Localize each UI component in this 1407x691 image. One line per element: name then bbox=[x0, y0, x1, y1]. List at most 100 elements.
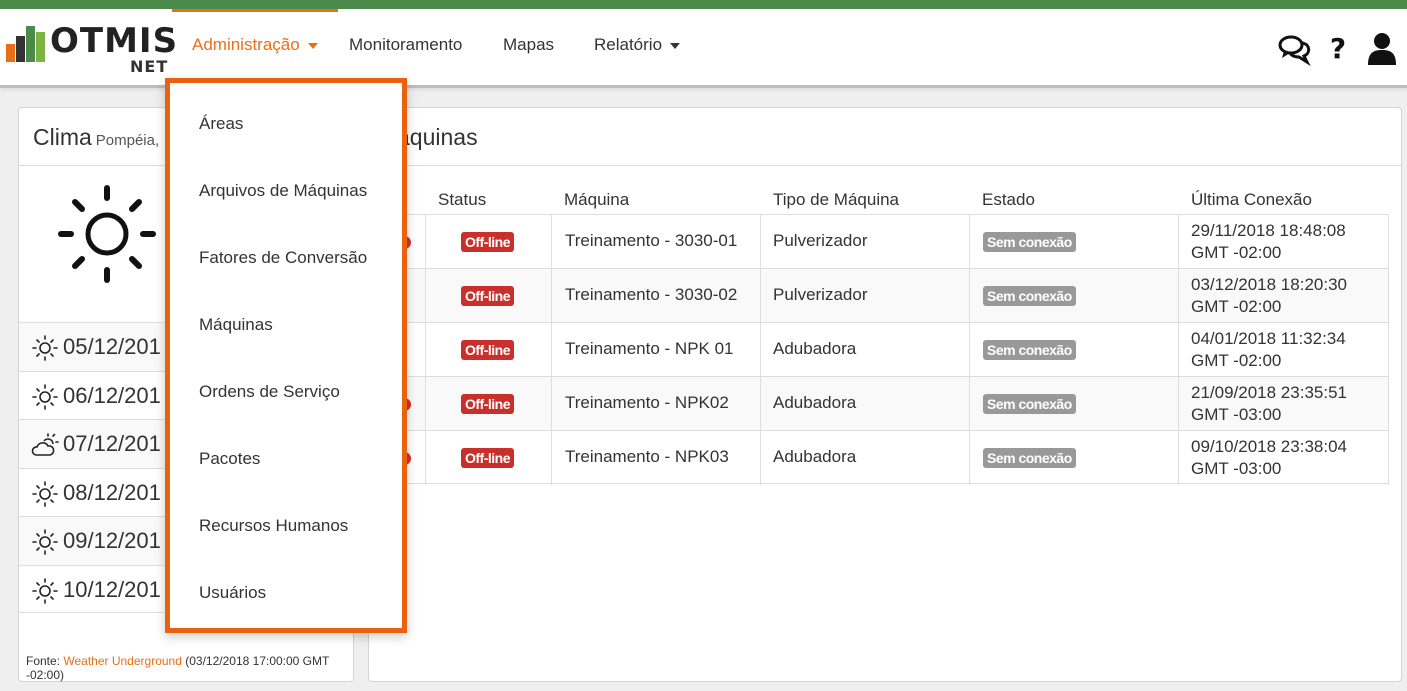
cell-machine: Treinamento - 3030-02 bbox=[551, 269, 760, 323]
table-row[interactable]: Off-line Treinamento - 3030-01 Pulveriza… bbox=[368, 214, 1389, 269]
cell-state: Sem conexão bbox=[969, 323, 1178, 377]
sem-conexao-badge: Sem conexão bbox=[983, 340, 1076, 360]
machine-name: Treinamento - NPK03 bbox=[565, 447, 729, 466]
offline-badge: Off-line bbox=[461, 232, 514, 252]
last-connection-tz: GMT -03:00 bbox=[1191, 405, 1282, 424]
sun-icon bbox=[32, 383, 58, 410]
sun-icon bbox=[32, 577, 58, 604]
cell-state: Sem conexão bbox=[969, 215, 1178, 269]
cell-machine: Treinamento - NPK02 bbox=[551, 377, 760, 431]
sem-conexao-badge: Sem conexão bbox=[983, 232, 1076, 252]
menu-item-areas[interactable]: Áreas bbox=[199, 114, 243, 134]
cell-type: Adubadora bbox=[760, 431, 969, 485]
chat-bubbles-icon[interactable] bbox=[1278, 31, 1312, 67]
machine-type: Adubadora bbox=[773, 447, 857, 466]
brand-logo[interactable]: OTMIS NET bbox=[6, 20, 177, 80]
logo-bars-icon bbox=[6, 26, 46, 62]
menu-item-usuarios[interactable]: Usuários bbox=[199, 583, 266, 603]
weather-source: Fonte: Weather Underground (03/12/2018 1… bbox=[26, 654, 346, 682]
last-connection-date: 29/11/2018 18:48:08 bbox=[1191, 221, 1346, 240]
machine-type: Adubadora bbox=[773, 393, 857, 412]
menu-item-fatores-de-conversao[interactable]: Fatores de Conversão bbox=[199, 248, 367, 268]
cell-state: Sem conexão bbox=[969, 377, 1178, 431]
header-status[interactable]: Status bbox=[438, 190, 486, 210]
nav-administracao[interactable]: Administração bbox=[172, 9, 338, 85]
cloud-sun-icon bbox=[31, 433, 59, 456]
sem-conexao-badge: Sem conexão bbox=[983, 448, 1076, 468]
nav-administracao-label: Administração bbox=[192, 35, 300, 54]
header-estado[interactable]: Estado bbox=[982, 190, 1035, 210]
nav-mapas[interactable]: Mapas bbox=[483, 9, 574, 85]
last-connection-date: 21/09/2018 23:35:51 bbox=[1191, 383, 1347, 402]
machine-name: Treinamento - 3030-02 bbox=[565, 285, 738, 304]
machines-panel-header: áquinas bbox=[369, 108, 1401, 166]
header-tipo[interactable]: Tipo de Máquina bbox=[773, 190, 899, 210]
forecast-date: 09/12/201 bbox=[63, 528, 161, 553]
weather-source-link[interactable]: Weather Underground bbox=[63, 654, 182, 668]
forecast-date: 08/12/201 bbox=[63, 479, 161, 505]
sun-icon bbox=[58, 185, 156, 283]
weather-title-label: Clima bbox=[33, 124, 92, 150]
caret-down-icon bbox=[670, 42, 681, 49]
last-connection: 29/11/2018 18:48:08 GMT -02:00 bbox=[1191, 220, 1346, 264]
machine-name: Treinamento - NPK02 bbox=[565, 393, 729, 412]
cell-type: Pulverizador bbox=[760, 269, 969, 323]
cell-last-connection: 09/10/2018 23:38:04 GMT -03:00 bbox=[1178, 431, 1389, 485]
forecast-date: 07/12/201 bbox=[63, 431, 161, 456]
weather-city: Pompéia, bbox=[95, 132, 160, 149]
navbar: OTMIS NET Administração Monitoramento Ma… bbox=[0, 9, 1407, 88]
last-connection: 03/12/2018 18:20:30 GMT -02:00 bbox=[1191, 274, 1347, 318]
cell-state: Sem conexão bbox=[969, 269, 1178, 323]
last-connection-tz: GMT -02:00 bbox=[1191, 351, 1282, 370]
sun-icon bbox=[32, 335, 58, 361]
menu-item-ordens-de-servico[interactable]: Ordens de Serviço bbox=[199, 382, 340, 402]
table-header: Status Máquina Tipo de Máquina Estado Úl… bbox=[368, 180, 1389, 214]
menu-item-arquivos-de-maquinas[interactable]: Arquivos de Máquinas bbox=[199, 181, 367, 201]
last-connection: 04/01/2018 11:32:34 GMT -02:00 bbox=[1191, 328, 1346, 372]
cell-status: Off-line bbox=[425, 323, 551, 377]
caret-down-icon bbox=[307, 42, 318, 49]
table-row[interactable]: Off-line Treinamento - 3030-02 Pulveriza… bbox=[368, 268, 1389, 323]
cell-last-connection: 03/12/2018 18:20:30 GMT -02:00 bbox=[1178, 269, 1389, 323]
cell-machine: Treinamento - NPK03 bbox=[551, 431, 760, 485]
cell-status: Off-line bbox=[425, 431, 551, 485]
menu-item-maquinas[interactable]: Máquinas bbox=[199, 315, 273, 335]
user-icon[interactable] bbox=[1367, 31, 1397, 67]
nav-relatorio[interactable]: Relatório bbox=[574, 9, 700, 85]
offline-badge: Off-line bbox=[461, 394, 514, 414]
offline-badge: Off-line bbox=[461, 448, 514, 468]
cell-last-connection: 04/01/2018 11:32:34 GMT -02:00 bbox=[1178, 323, 1389, 377]
brand-sub: NET bbox=[130, 57, 169, 76]
menu-item-recursos-humanos[interactable]: Recursos Humanos bbox=[199, 516, 348, 536]
nav-monitoramento[interactable]: Monitoramento bbox=[329, 9, 482, 85]
table-row[interactable]: Off-line Treinamento - NPK03 Adubadora S… bbox=[368, 430, 1389, 485]
last-connection-tz: GMT -03:00 bbox=[1191, 459, 1282, 478]
cell-last-connection: 21/09/2018 23:35:51 GMT -03:00 bbox=[1178, 377, 1389, 431]
top-accent-stripe bbox=[0, 0, 1407, 9]
brand-name: OTMIS bbox=[50, 21, 179, 61]
offline-badge: Off-line bbox=[461, 286, 514, 306]
table-row[interactable]: Off-line Treinamento - NPK 01 Adubadora … bbox=[368, 322, 1389, 377]
cell-type: Adubadora bbox=[760, 323, 969, 377]
menu-item-pacotes[interactable]: Pacotes bbox=[199, 449, 260, 469]
header-ultima-conexao[interactable]: Última Conexão bbox=[1191, 190, 1312, 210]
header-maquina[interactable]: Máquina bbox=[564, 190, 629, 210]
last-connection-tz: GMT -02:00 bbox=[1191, 243, 1282, 262]
svg-text:?: ? bbox=[1330, 32, 1346, 65]
nav-monitoramento-label: Monitoramento bbox=[349, 35, 463, 54]
last-connection-date: 03/12/2018 18:20:30 bbox=[1191, 275, 1347, 294]
table-row[interactable]: Off-line Treinamento - NPK02 Adubadora S… bbox=[368, 376, 1389, 431]
cell-last-connection: 29/11/2018 18:48:08 GMT -02:00 bbox=[1178, 215, 1389, 269]
weather-source-prefix: Fonte: bbox=[26, 654, 61, 668]
forecast-date: 05/12/201 bbox=[63, 334, 161, 359]
machine-type: Pulverizador bbox=[773, 231, 868, 250]
sem-conexao-badge: Sem conexão bbox=[983, 394, 1076, 414]
cell-state: Sem conexão bbox=[969, 431, 1178, 485]
question-icon[interactable]: ? bbox=[1327, 31, 1349, 67]
weather-title: Clima Pompéia, bbox=[33, 124, 159, 151]
machine-name: Treinamento - 3030-01 bbox=[565, 231, 738, 250]
cell-machine: Treinamento - 3030-01 bbox=[551, 215, 760, 269]
last-connection-date: 09/10/2018 23:38:04 bbox=[1191, 437, 1347, 456]
cell-status: Off-line bbox=[425, 377, 551, 431]
cell-status: Off-line bbox=[425, 215, 551, 269]
